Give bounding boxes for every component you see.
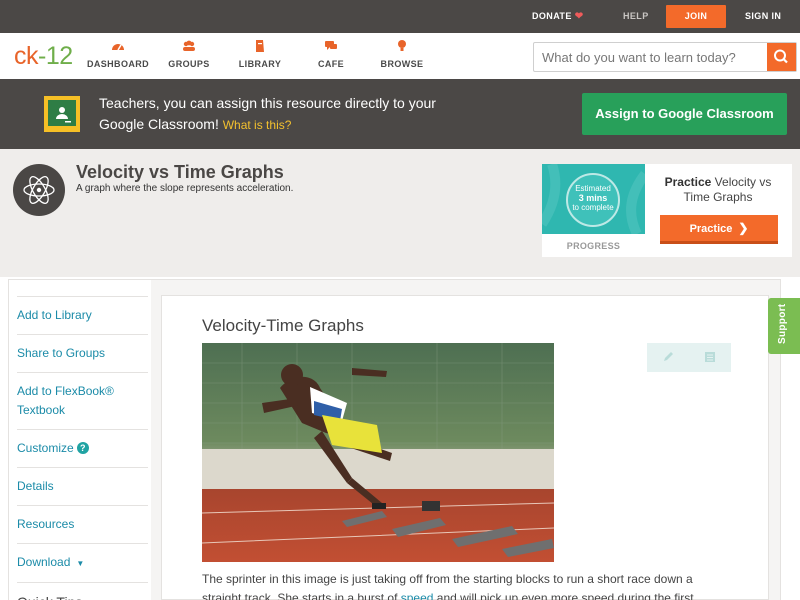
sign-in-link[interactable]: SIGN IN	[745, 0, 781, 33]
page-title: Velocity vs Time Graphs	[76, 162, 284, 182]
assign-google-classroom-button[interactable]: Assign to Google Classroom	[582, 93, 787, 135]
atom-icon	[13, 164, 65, 216]
nav-cafe-label: CAFE	[317, 59, 345, 69]
practice-button[interactable]: Practice ❯	[660, 215, 778, 244]
ck12-logo[interactable]: ck-12	[14, 42, 73, 71]
what-is-this-link[interactable]: What is this?	[223, 118, 292, 132]
donate-label: DONATE	[532, 11, 572, 21]
banner-message: Teachers, you can assign this resource d…	[99, 93, 449, 136]
search-icon	[774, 49, 788, 64]
nav-browse[interactable]: BROWSE	[366, 39, 438, 69]
support-tab[interactable]: Support	[768, 298, 800, 354]
donate-link[interactable]: DONATE ❤	[532, 0, 584, 33]
help-icon[interactable]: ?	[76, 442, 89, 454]
help-link[interactable]: HELP	[623, 0, 649, 33]
sidebar-item-add-to-library[interactable]: Add to Library	[17, 296, 148, 334]
top-utility-bar: DONATE ❤ HELP JOIN SIGN IN	[0, 0, 800, 33]
google-classroom-icon	[44, 96, 80, 132]
main-nav: ck-12 DASHBOARD GROUPS LIBRARY CAFE BROW…	[0, 33, 800, 79]
nav-groups[interactable]: GROUPS	[153, 39, 225, 69]
join-button[interactable]: JOIN	[666, 5, 726, 28]
nav-groups-label: GROUPS	[168, 59, 210, 69]
chevron-right-icon: ❯	[738, 221, 749, 235]
practice-button-label: Practice	[689, 223, 733, 235]
caret-down-icon: ▼	[76, 559, 85, 568]
sidebar-item-add-to-flexbook[interactable]: Add to FlexBook® Textbook	[17, 372, 148, 429]
logo-ck: ck	[14, 42, 39, 70]
page-subtitle: A graph where the slope represents accel…	[76, 183, 294, 194]
sidebar-menu: Add to Library Share to Groups Add to Fl…	[17, 296, 148, 600]
progress-label: PROGRESS	[566, 241, 621, 251]
sidebar-item-resources[interactable]: Resources	[17, 505, 148, 543]
practice-progress-image: Estimated 3 mins to complete	[542, 164, 645, 234]
lesson-title: Velocity-Time Graphs	[202, 316, 364, 335]
logo-number: 12	[45, 42, 73, 70]
quick-tips-heading[interactable]: Quick Tips	[17, 582, 148, 600]
sidebar-item-share-to-groups[interactable]: Share to Groups	[17, 334, 148, 372]
heart-icon: ❤	[574, 11, 584, 22]
logo-dash: -	[38, 42, 46, 70]
sprinter-photo	[202, 343, 554, 562]
content-tools	[647, 343, 731, 372]
search-input[interactable]	[542, 49, 767, 66]
nav-dashboard-label: DASHBOARD	[86, 59, 150, 69]
library-icon	[256, 40, 264, 52]
to-complete-label: to complete	[572, 203, 614, 212]
groups-icon	[183, 40, 195, 51]
estimated-label: Estimated	[575, 184, 611, 193]
support-label: Support	[777, 303, 788, 344]
estimated-time-badge: Estimated 3 mins to complete	[566, 173, 620, 227]
estimated-mins: 3 mins	[578, 193, 608, 203]
download-label: Download	[17, 555, 71, 569]
concept-header: Velocity vs Time Graphs A graph where th…	[0, 149, 800, 277]
nav-dashboard[interactable]: DASHBOARD	[82, 39, 154, 69]
dashboard-icon	[112, 44, 124, 51]
lesson-paragraph: The sprinter in this image is just takin…	[202, 570, 722, 600]
sidebar-panel: Add to Library Share to Groups Add to Fl…	[8, 279, 151, 600]
search-button[interactable]	[767, 43, 796, 71]
browse-icon	[398, 40, 406, 51]
nav-browse-label: BROWSE	[380, 59, 424, 69]
nav-cafe[interactable]: CAFE	[295, 39, 367, 69]
notes-icon[interactable]	[703, 350, 717, 364]
paragraph-text-end: and will pick up even more speed during …	[433, 591, 694, 600]
lesson-content: Velocity-Time Graphs The sprinter in thi…	[161, 295, 769, 600]
sidebar-item-details[interactable]: Details	[17, 467, 148, 505]
sidebar-item-download[interactable]: Download ▼	[17, 543, 148, 582]
practice-title-bold: Practice	[664, 175, 712, 189]
cafe-icon	[325, 41, 337, 50]
search-box	[533, 42, 797, 72]
nav-library[interactable]: LIBRARY	[224, 39, 296, 69]
customize-label: Customize	[17, 441, 74, 455]
speed-link[interactable]: speed	[401, 591, 434, 600]
practice-card: Estimated 3 mins to complete PROGRESS Pr…	[542, 164, 792, 257]
nav-library-label: LIBRARY	[238, 59, 282, 69]
pencil-icon[interactable]	[661, 350, 675, 364]
practice-title: Practice Velocity vs Time Graphs	[654, 175, 782, 205]
sidebar-item-customize[interactable]: Customize?	[17, 429, 148, 467]
google-classroom-banner: Teachers, you can assign this resource d…	[0, 79, 800, 149]
